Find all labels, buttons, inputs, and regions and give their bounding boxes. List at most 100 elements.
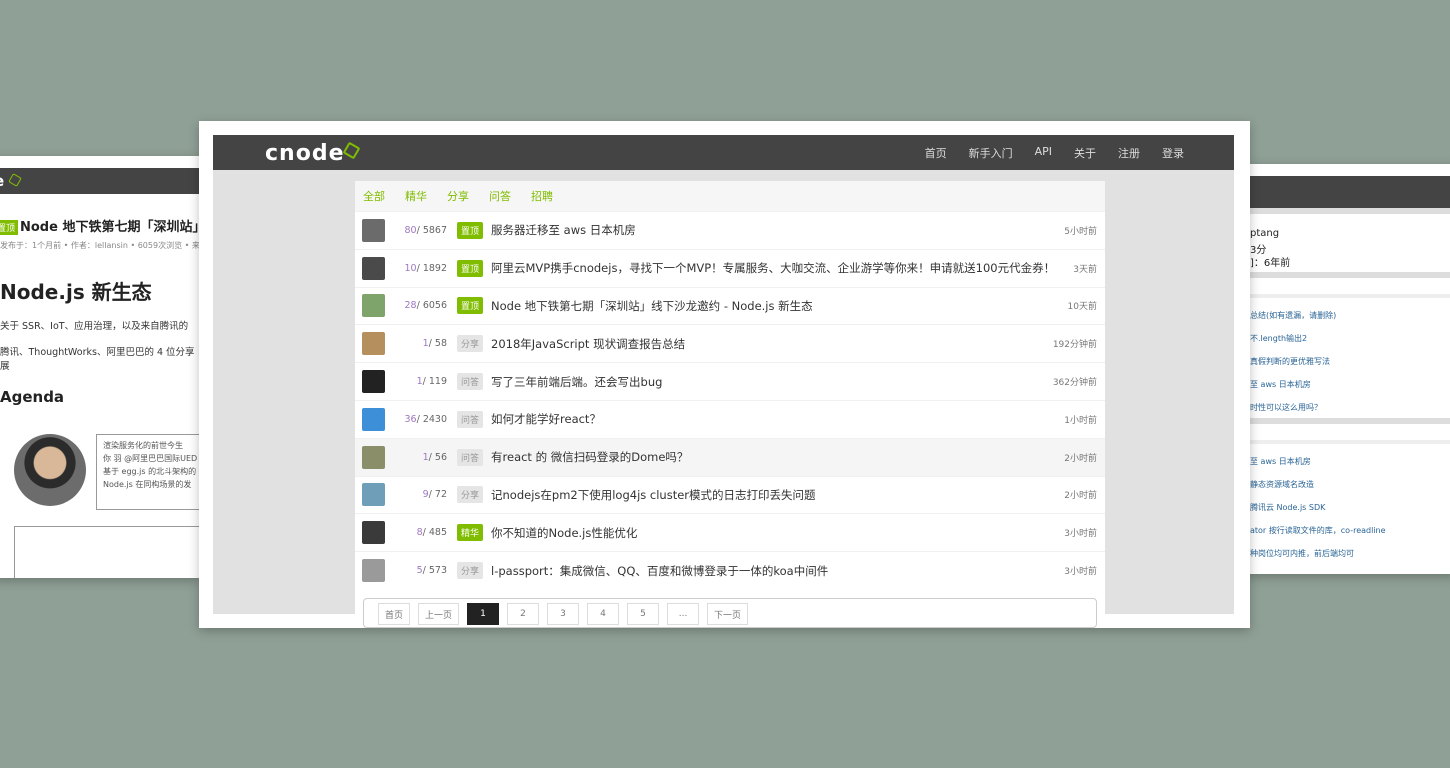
- topic-title-link[interactable]: l-passport：集成微信、QQ、百度和微博登录于一体的koa中间件: [491, 563, 1105, 579]
- topic-row[interactable]: 9/ 72 分享 记nodejs在pm2下使用log4js cluster模式的日志…: [355, 475, 1105, 514]
- tab-share[interactable]: 分享: [447, 188, 469, 204]
- nav-about[interactable]: 关于: [1074, 145, 1096, 161]
- avatar[interactable]: [362, 218, 385, 242]
- view-count: 6056: [422, 300, 447, 312]
- reply-count: 36: [404, 413, 417, 425]
- topic-row[interactable]: 36/ 2430 问答 如何才能学好react？ 1小时前: [355, 399, 1105, 438]
- topic-row[interactable]: 80/ 5867 置顶 服务器迁移至 aws 日本机房 5小时前: [355, 211, 1105, 249]
- topic-title-link[interactable]: 记nodejs在pm2下使用log4js cluster模式的日志打印丢失问题: [491, 487, 1105, 503]
- agenda-line: 渲染服务化的前世今生: [103, 441, 183, 450]
- page-button[interactable]: 上一页: [418, 603, 460, 625]
- topic-tag: 置顶: [457, 259, 484, 277]
- topic-title-link[interactable]: 写了三年前端后端。还会写出bug: [491, 374, 1105, 390]
- topic-tag: 问答: [457, 410, 484, 428]
- sidebar-link[interactable]: 至 aws 日本机房: [1250, 456, 1311, 467]
- topic-row[interactable]: 1/ 56 问答 有react 的 微信扫码登录的Dome吗？ 2小时前: [355, 437, 1105, 476]
- topic-title-link[interactable]: 有react 的 微信扫码登录的Dome吗？: [491, 449, 1105, 465]
- tab-job[interactable]: 招聘: [531, 188, 553, 204]
- last-reply-time: 362分钟前: [1052, 378, 1097, 389]
- tab-good[interactable]: 精华: [405, 188, 427, 204]
- page-button[interactable]: 下一页: [707, 603, 749, 625]
- tab-ask[interactable]: 问答: [489, 188, 511, 204]
- topic-tag: 置顶: [457, 297, 484, 315]
- avatar[interactable]: [362, 521, 385, 545]
- topic-title-link[interactable]: 阿里云MVP携手cnodejs，寻找下一个MVP！专属服务、大咖交流、企业游学等…: [491, 260, 1105, 276]
- reply-count: 28: [404, 300, 417, 312]
- agenda-heading: Agenda: [0, 388, 65, 406]
- topic-title-link[interactable]: Node 地下铁第七期「深圳站」线下沙龙邀约 - Node.js 新生态: [491, 298, 1105, 314]
- page-button[interactable]: ...: [667, 603, 700, 625]
- nav-getting-started[interactable]: 新手入门: [969, 145, 1013, 161]
- avatar[interactable]: [362, 294, 385, 318]
- nav-register[interactable]: 注册: [1118, 145, 1140, 161]
- sidebar-link[interactable]: 静态资源域名改造: [1250, 479, 1314, 490]
- sidebar-link[interactable]: 时性可以这么用吗？: [1250, 402, 1322, 413]
- topic-title-link[interactable]: 你不知道的Node.js性能优化: [491, 525, 1105, 541]
- right-screenshot-card: ptang 3分 ]：6年前 总结(如有遗漏，请删除) 不.length输出2 …: [1246, 164, 1450, 574]
- topic-row[interactable]: 1/ 119 问答 写了三年前端后端。还会写出bug 362分钟前: [355, 362, 1105, 400]
- last-reply-time: 10天前: [1067, 302, 1097, 313]
- avatar[interactable]: [362, 332, 385, 356]
- topic-tag: 问答: [457, 448, 484, 466]
- page-button[interactable]: 2: [507, 603, 540, 625]
- right-navbar: [1246, 176, 1450, 208]
- avatar[interactable]: [362, 483, 385, 507]
- divider: [1246, 418, 1450, 424]
- reply-count: 80: [404, 224, 417, 236]
- nav-links: 首页 新手入门 API 关于 注册 登录: [925, 145, 1184, 161]
- sidebar-link[interactable]: 腾讯云 Node.js SDK: [1250, 502, 1325, 513]
- reply-count: 10: [404, 262, 417, 274]
- sidebar-link[interactable]: 至 aws 日本机房: [1250, 379, 1311, 390]
- topic-tag: 分享: [457, 562, 484, 580]
- divider: [1246, 294, 1450, 298]
- avatar[interactable]: [362, 256, 385, 280]
- page-button[interactable]: 1: [467, 603, 500, 625]
- nav-api[interactable]: API: [1035, 145, 1052, 161]
- avatar[interactable]: [362, 407, 385, 431]
- cnode-logo[interactable]: cnode: [265, 141, 345, 166]
- speaker-photo: [14, 434, 86, 506]
- left-navbar: [0, 168, 200, 194]
- agenda-line: 基于 egg.js 的北斗架构的: [103, 467, 197, 476]
- tab-all[interactable]: 全部: [363, 188, 385, 204]
- last-reply-time: 1小时前: [1064, 415, 1097, 426]
- topic-title-link[interactable]: 服务器迁移至 aws 日本机房: [491, 222, 1105, 238]
- page-button[interactable]: 5: [627, 603, 660, 625]
- main-screenshot-card: cnode 首页 新手入门 API 关于 注册 登录 全部 精华 分享 问答 招…: [199, 121, 1250, 628]
- nav-login[interactable]: 登录: [1162, 145, 1184, 161]
- user-joined: ]：6年前: [1250, 258, 1291, 269]
- topic-row[interactable]: 10/ 1892 置顶 阿里云MVP携手cnodejs，寻找下一个MVP！专属服务、…: [355, 248, 1105, 287]
- avatar[interactable]: [362, 559, 385, 583]
- sidebar-link[interactable]: 不.length输出2: [1250, 333, 1307, 344]
- nav-home[interactable]: 首页: [925, 145, 947, 161]
- view-count: 5867: [422, 224, 447, 236]
- sidebar-link[interactable]: 真假判断的更优雅写法: [1250, 356, 1330, 367]
- reply-view-count: 1/ 119: [385, 376, 457, 387]
- page-button[interactable]: 首页: [378, 603, 411, 625]
- sidebar-link[interactable]: ator 按行读取文件的库，co-readline: [1250, 525, 1386, 536]
- page-button[interactable]: 3: [547, 603, 580, 625]
- view-count: 58: [434, 338, 447, 350]
- page-button[interactable]: 4: [587, 603, 620, 625]
- avatar[interactable]: [362, 370, 385, 394]
- avatar[interactable]: [362, 445, 385, 469]
- sidebar-link[interactable]: 总结(如有遗漏，请删除): [1250, 310, 1336, 321]
- topic-title-link[interactable]: 如何才能学好react？: [491, 411, 1105, 427]
- topic-tag: 问答: [457, 373, 484, 391]
- article-heading: Node.js 新生态: [0, 280, 152, 304]
- pagination: 首页 上一页 1 2 3 4 5... 下一页: [363, 598, 1097, 628]
- topic-row[interactable]: 1/ 58 分享 2018年JavaScript 现状调查报告总结 192分钟前: [355, 324, 1105, 362]
- last-reply-time: 2小时前: [1064, 453, 1097, 464]
- topic-row[interactable]: 5/ 573 分享 l-passport：集成微信、QQ、百度和微博登录于一体的ko…: [355, 551, 1105, 589]
- sidebar-link[interactable]: 种岗位均可内推，前后端均可: [1250, 548, 1354, 559]
- last-reply-time: 3天前: [1073, 264, 1097, 275]
- topic-row[interactable]: 28/ 6056 置顶 Node 地下铁第七期「深圳站」线下沙龙邀约 - Node.…: [355, 286, 1105, 325]
- topic-title-link[interactable]: 2018年JavaScript 现状调查报告总结: [491, 336, 1105, 352]
- topic-title: Node 地下铁第七期「深圳站」: [20, 220, 200, 235]
- topic-row[interactable]: 8/ 485 精华 你不知道的Node.js性能优化 3小时前: [355, 513, 1105, 551]
- user-name: ptang: [1250, 228, 1280, 239]
- divider: [1246, 440, 1450, 444]
- last-reply-time: 3小时前: [1064, 529, 1097, 540]
- last-reply-time: 3小时前: [1064, 567, 1097, 578]
- topic-tag: 置顶: [457, 221, 484, 239]
